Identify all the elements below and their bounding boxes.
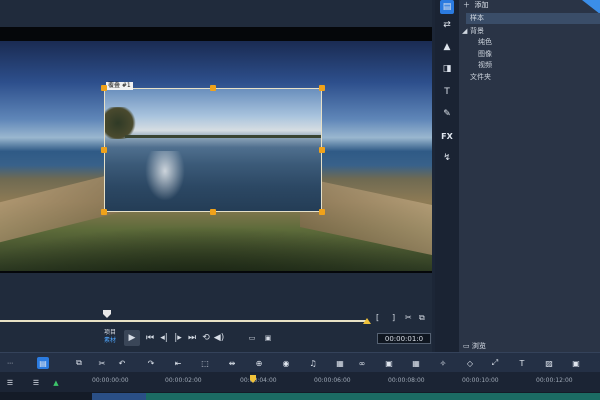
overlay-label: 覆叠 #1	[106, 82, 133, 90]
undo-icon[interactable]: ↶	[116, 357, 128, 369]
previous-frame-icon[interactable]: ◂|	[158, 332, 170, 344]
media-icon[interactable]: ▤	[440, 0, 454, 14]
title-text-icon[interactable]: T	[516, 357, 528, 369]
add-button[interactable]: ＋ 添加	[463, 0, 488, 10]
overlay-clip[interactable]	[104, 88, 322, 212]
track-manager-icon[interactable]: ☰	[4, 377, 16, 389]
cut-icon[interactable]: ✂	[96, 357, 108, 369]
ruler-tick: 00:00:08:00	[388, 377, 425, 384]
resize-handle-right[interactable]	[319, 147, 325, 153]
transition-icon[interactable]: ⇄	[440, 18, 454, 32]
multicam-icon[interactable]: ▣	[383, 357, 395, 369]
resize-handle-top-left[interactable]	[101, 85, 107, 91]
library-item-background[interactable]: 背景	[470, 27, 484, 36]
expand-arrow-icon[interactable]: ◢	[462, 27, 467, 36]
timeline-toolbar	[0, 352, 600, 373]
text-icon[interactable]: T	[440, 85, 454, 99]
grip-icon: ⋯	[7, 359, 13, 367]
corner-flag	[582, 0, 600, 14]
ruler-tick: 00:00:04:00	[240, 377, 277, 384]
ruler-tick: 00:00:02:00	[165, 377, 202, 384]
trim-end-marker[interactable]	[363, 318, 371, 324]
title-icon[interactable]: ▲	[440, 40, 454, 54]
library-item-image[interactable]: 图像	[478, 50, 492, 59]
aspect-ratio-icon[interactable]: ▭	[246, 332, 258, 344]
library-item-solid-color[interactable]: 纯色	[478, 38, 492, 47]
folder-icon: ▭	[463, 342, 470, 350]
add-marker-icon[interactable]: ▲	[50, 377, 62, 389]
ruler-tick: 00:00:12:00	[536, 377, 573, 384]
timecode-display[interactable]: 00:00:01:0	[377, 333, 431, 344]
crop-icon[interactable]: ⬚	[199, 357, 211, 369]
browse-label: 浏览	[471, 342, 486, 350]
timeline-ruler[interactable]	[0, 372, 600, 392]
storyboard-view-button[interactable]: ▤	[37, 357, 49, 369]
mode-project[interactable]: 项目	[104, 329, 116, 337]
repeat-icon[interactable]: ⟲	[200, 332, 212, 344]
mark-out-button[interactable]: ]	[392, 313, 395, 322]
resize-handle-top[interactable]	[210, 85, 216, 91]
library-item-sample[interactable]: 样本	[470, 14, 484, 23]
add-label: 添加	[474, 1, 489, 9]
track-clip[interactable]	[92, 393, 146, 400]
plus-icon: ＋	[463, 1, 470, 9]
overlay-shoreline	[125, 135, 321, 138]
path-icon[interactable]: ↯	[440, 151, 454, 165]
end-icon[interactable]: ⏭	[186, 332, 198, 344]
motion-icon[interactable]: ⊕	[253, 357, 265, 369]
home-icon[interactable]: ⏮	[144, 332, 156, 344]
mask-icon[interactable]: ◇	[464, 357, 476, 369]
volume-icon[interactable]: ◀)	[213, 332, 225, 344]
link-icon[interactable]: ∞	[356, 357, 368, 369]
fx-icon[interactable]: FX	[440, 129, 454, 143]
library-item-selected-bg	[466, 13, 600, 24]
split-clip-icon[interactable]: ✂	[405, 313, 412, 322]
ruler-tick: 00:00:10:00	[462, 377, 499, 384]
resize-handle-bottom-right[interactable]	[319, 209, 325, 215]
ruler-tick: 00:00:00:00	[92, 377, 129, 384]
subtitle-icon[interactable]: ▦	[334, 357, 346, 369]
playback-mode-labels[interactable]: 项目 素材	[104, 329, 116, 345]
snapshot-icon[interactable]: ⧉	[419, 313, 425, 323]
resize-handle-bottom-left[interactable]	[101, 209, 107, 215]
next-frame-icon[interactable]: |▸	[172, 332, 184, 344]
chapter-icon[interactable]: ☰	[30, 377, 42, 389]
mark-in-button[interactable]: [	[376, 313, 379, 322]
browse-button[interactable]: ▭ 浏览	[463, 341, 486, 351]
redo-icon[interactable]: ↷	[145, 357, 157, 369]
resize-handle-top-right[interactable]	[319, 85, 325, 91]
split-icon[interactable]: ⇹	[226, 357, 238, 369]
grid-icon[interactable]: ▦	[410, 357, 422, 369]
resize-handle-left[interactable]	[101, 147, 107, 153]
track-clip[interactable]	[146, 393, 600, 400]
effects-icon[interactable]: ✧	[437, 357, 449, 369]
resize-handle-bottom[interactable]	[210, 209, 216, 215]
copy-icon[interactable]: ⧉	[73, 357, 85, 369]
library-item-folder[interactable]: 文件夹	[470, 73, 491, 82]
capture-icon[interactable]: ▣	[262, 332, 274, 344]
overlay-sun-glint	[145, 151, 185, 201]
mode-clip[interactable]: 素材	[104, 337, 116, 345]
scrub-bar[interactable]	[0, 320, 368, 322]
fit-icon[interactable]: ⇤	[172, 357, 184, 369]
library-item-video[interactable]: 视频	[478, 61, 492, 70]
play-button[interactable]: ▶	[124, 330, 140, 346]
filter-icon[interactable]: ✎	[440, 107, 454, 121]
ruler-tick: 00:00:06:00	[314, 377, 351, 384]
graphics-icon[interactable]: ◨	[440, 62, 454, 76]
snapshot-tool-icon[interactable]: ▣	[570, 357, 582, 369]
expand-icon[interactable]: ⤢	[489, 357, 501, 369]
record-icon[interactable]: ◉	[280, 357, 292, 369]
audio-icon[interactable]: ♫	[307, 357, 319, 369]
transition-tool-icon[interactable]: ▨	[543, 357, 555, 369]
